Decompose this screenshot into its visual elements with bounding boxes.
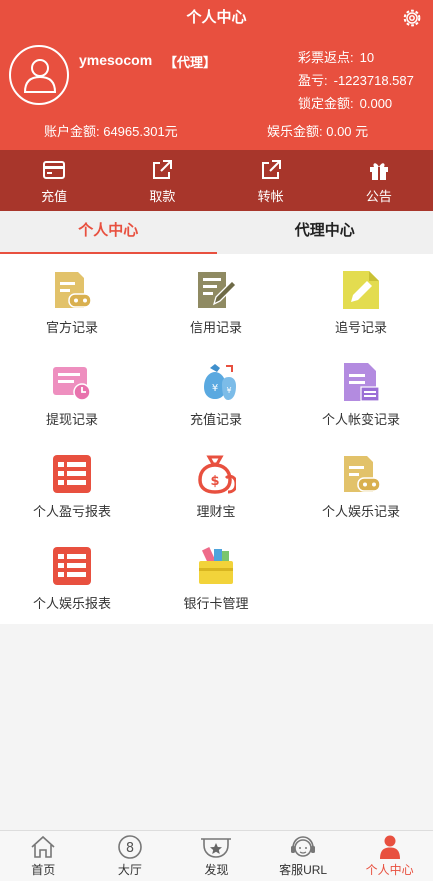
username: ymesocom bbox=[79, 52, 153, 68]
menu-official-records[interactable]: 官方记录 bbox=[0, 254, 144, 346]
nav-label: 客服URL bbox=[279, 863, 328, 877]
wallet-icon bbox=[199, 547, 233, 584]
rebate-stat: 彩票返点: 10 bbox=[298, 47, 374, 66]
menu-label: 理财宝 bbox=[196, 504, 236, 519]
menu-profit-loss-report[interactable]: 个人盈亏报表 bbox=[0, 438, 144, 530]
svg-text:$: $ bbox=[210, 474, 219, 489]
list-report-icon bbox=[53, 455, 91, 493]
tab-personal-center[interactable]: 个人中心 bbox=[0, 211, 217, 254]
nav-customer-service[interactable]: 客服URL bbox=[260, 831, 347, 881]
money-bag-icon: $ bbox=[198, 455, 236, 494]
locked-label: 锁定金额: bbox=[298, 96, 354, 111]
action-label: 取款 bbox=[149, 189, 176, 204]
document-game-icon bbox=[55, 272, 92, 308]
menu-chase-records[interactable]: 追号记录 bbox=[289, 254, 433, 346]
person-icon bbox=[379, 835, 400, 859]
bottom-nav: 首页 8 大厅 发现 客服URL 个人中心 bbox=[0, 830, 433, 881]
menu-label: 信用记录 bbox=[189, 320, 242, 335]
menu-grid: 官方记录 信用记录 追号记录 提现记录 ¥ ¥ 充值记录 个人帐变记录 个人盈亏… bbox=[0, 254, 433, 624]
external-link-icon bbox=[261, 160, 281, 179]
tab-agent-center[interactable]: 代理中心 bbox=[217, 211, 433, 254]
nav-home[interactable]: 首页 bbox=[0, 831, 87, 881]
card-icon bbox=[43, 161, 66, 179]
nav-label: 首页 bbox=[31, 863, 56, 877]
gear-icon[interactable] bbox=[401, 7, 423, 29]
withdraw-clock-icon bbox=[53, 367, 91, 401]
action-label: 转帐 bbox=[257, 189, 284, 204]
document-pencil-icon bbox=[343, 271, 379, 309]
nav-lobby[interactable]: 8 大厅 bbox=[87, 831, 174, 881]
nav-label: 发现 bbox=[204, 863, 229, 877]
center-tabs: 个人中心 代理中心 bbox=[0, 211, 433, 254]
nav-label: 个人中心 bbox=[365, 863, 414, 877]
entertainment-balance: 娱乐金额: 0.00 元 bbox=[267, 124, 369, 139]
action-transfer[interactable]: 转帐 bbox=[217, 150, 325, 211]
menu-withdraw-records[interactable]: 提现记录 bbox=[0, 346, 144, 438]
profit-value: -1223718.587 bbox=[333, 73, 414, 88]
menu-label: 个人盈亏报表 bbox=[32, 504, 111, 519]
action-recharge[interactable]: 充值 bbox=[0, 150, 108, 211]
home-icon bbox=[31, 835, 55, 858]
headset-icon bbox=[291, 836, 316, 857]
top-bar: 个人中心 bbox=[0, 0, 433, 36]
menu-entertainment-records[interactable]: 个人娱乐记录 bbox=[289, 438, 433, 530]
nav-discover[interactable]: 发现 bbox=[173, 831, 260, 881]
page-title: 个人中心 bbox=[186, 9, 247, 26]
menu-label: 个人娱乐记录 bbox=[321, 504, 400, 519]
menu-label: 银行卡管理 bbox=[183, 596, 249, 611]
profit-label: 盈亏: bbox=[298, 73, 328, 88]
menu-label: 个人帐变记录 bbox=[321, 412, 400, 427]
document-game-icon bbox=[344, 456, 381, 492]
svg-text:¥: ¥ bbox=[226, 386, 231, 395]
profile-panel: ymesocom 【代理】 彩票返点: 10 盈亏: -1223718.587 锁定… bbox=[0, 36, 433, 150]
action-withdraw[interactable]: 取款 bbox=[108, 150, 216, 211]
account-balance: 账户金额: 64965.301元 bbox=[44, 124, 178, 139]
action-label: 充值 bbox=[41, 189, 68, 204]
menu-account-change-records[interactable]: 个人帐变记录 bbox=[289, 346, 433, 438]
number-8-icon: 8 bbox=[118, 835, 142, 859]
svg-text:8: 8 bbox=[126, 841, 134, 856]
menu-label: 个人娱乐报表 bbox=[32, 596, 111, 611]
action-label: 公告 bbox=[365, 189, 392, 204]
role-badge: 【代理】 bbox=[164, 55, 217, 70]
avatar[interactable] bbox=[9, 45, 69, 105]
menu-wealth-treasure[interactable]: $ 理财宝 bbox=[144, 438, 288, 530]
profit-stat: 盈亏: -1223718.587 bbox=[298, 70, 414, 89]
menu-recharge-records[interactable]: ¥ ¥ 充值记录 bbox=[144, 346, 288, 438]
gift-icon bbox=[369, 163, 388, 180]
external-link-icon bbox=[153, 160, 173, 179]
menu-bank-card-management[interactable]: 银行卡管理 bbox=[144, 530, 288, 622]
rebate-label: 彩票返点: bbox=[298, 50, 354, 65]
badge-star-icon bbox=[201, 838, 232, 858]
locked-value: 0.000 bbox=[359, 96, 393, 111]
nav-personal-center[interactable]: 个人中心 bbox=[346, 831, 433, 881]
menu-label: 充值记录 bbox=[189, 412, 242, 427]
svg-text:¥: ¥ bbox=[212, 383, 218, 394]
money-bags-icon: ¥ ¥ bbox=[204, 364, 236, 400]
document-pen-icon bbox=[198, 272, 236, 308]
quick-actions: 充值 取款 转帐 公告 bbox=[0, 150, 433, 211]
action-announcement[interactable]: 公告 bbox=[325, 150, 433, 211]
menu-credit-records[interactable]: 信用记录 bbox=[144, 254, 288, 346]
menu-label: 提现记录 bbox=[45, 412, 98, 427]
menu-label: 追号记录 bbox=[334, 320, 387, 335]
locked-stat: 锁定金额: 0.000 bbox=[298, 93, 392, 112]
menu-label: 官方记录 bbox=[45, 320, 98, 335]
menu-entertainment-report[interactable]: 个人娱乐报表 bbox=[0, 530, 144, 622]
list-report-icon bbox=[53, 547, 91, 585]
nav-label: 大厅 bbox=[117, 863, 142, 877]
document-list-icon bbox=[344, 363, 380, 402]
user-icon bbox=[23, 59, 57, 93]
rebate-value: 10 bbox=[359, 50, 375, 65]
